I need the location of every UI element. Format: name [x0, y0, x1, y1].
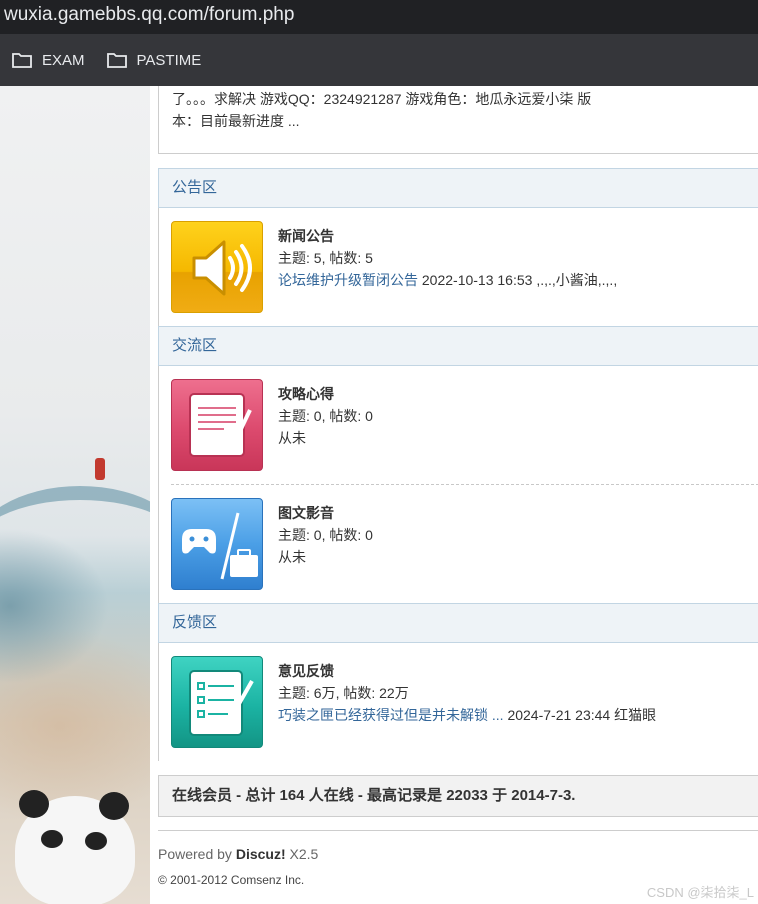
forum-row-news: 新闻公告 主题: 5, 帖数: 5 论坛维护升级暂闭公告 2022-10-13 … [171, 221, 758, 315]
discuz-link[interactable]: Discuz! [236, 846, 286, 862]
category-header-announcements[interactable]: 公告区 [158, 168, 758, 208]
forum-stats: 主题: 5, 帖数: 5 [278, 250, 373, 266]
last-post-meta: 2022-10-13 16:53 ,.,.,小酱油,.,., [418, 272, 618, 288]
footer-divider [158, 830, 758, 831]
red-seal-decoration [95, 458, 105, 480]
copyright: © 2001-2012 Comsenz Inc. [158, 873, 305, 887]
forum-name-link[interactable]: 新闻公告 [278, 225, 617, 247]
excerpt-line: 了。。。求解决 游戏QQ：2324921287 游戏角色：地瓜永远爱小柒 版 [172, 91, 592, 107]
thread-excerpt: 了。。。求解决 游戏QQ：2324921287 游戏角色：地瓜永远爱小柒 版 本… [158, 86, 758, 154]
bookmark-label: PASTIME [136, 51, 202, 69]
bookmark-folder-exam[interactable]: EXAM [12, 52, 85, 69]
last-post-meta: 2024-7-21 23:44 红猫眼 [503, 707, 657, 723]
forum-name-link[interactable]: 攻略心得 [278, 383, 373, 405]
last-post: 从未 [278, 430, 306, 446]
category-body: 新闻公告 主题: 5, 帖数: 5 论坛维护升级暂闭公告 2022-10-13 … [158, 208, 758, 326]
last-post: 从未 [278, 549, 306, 565]
folder-icon [106, 53, 127, 68]
forum-divider [171, 484, 758, 485]
notebook-icon[interactable] [171, 379, 263, 471]
url-text: wuxia.gamebbs.qq.com/forum.php [4, 4, 295, 25]
bookmark-folder-pastime[interactable]: PASTIME [106, 51, 202, 69]
wave-decoration [0, 486, 150, 620]
category-title: 公告区 [172, 179, 218, 196]
forum-info: 攻略心得 主题: 0, 帖数: 0 从未 [278, 383, 373, 449]
panda-illustration [15, 790, 135, 904]
category-body: 攻略心得 主题: 0, 帖数: 0 从未 图文影音 主题: 0, 帖数: 0 从… [158, 366, 758, 603]
category-title: 交流区 [172, 337, 218, 354]
powered-by: Powered by Discuz! X2.5 [158, 846, 318, 862]
forum-row-guides: 攻略心得 主题: 0, 帖数: 0 从未 [171, 379, 758, 473]
forum-stats: 主题: 6万, 帖数: 22万 [278, 685, 409, 701]
csdn-watermark: CSDN @柒拾柒_L [646, 885, 754, 900]
forum-info: 图文影音 主题: 0, 帖数: 0 从未 [278, 502, 373, 568]
forum-row-media: 图文影音 主题: 0, 帖数: 0 从未 [171, 498, 758, 592]
last-post-link[interactable]: 论坛维护升级暂闭公告 [278, 272, 418, 288]
media-icon[interactable] [171, 498, 263, 590]
forum-name-link[interactable]: 意见反馈 [278, 660, 656, 682]
powered-prefix: Powered by [158, 846, 236, 862]
forum-info: 新闻公告 主题: 5, 帖数: 5 论坛维护升级暂闭公告 2022-10-13 … [278, 225, 617, 291]
bookmarks-bar: EXAM PASTIME [0, 34, 758, 86]
online-members-bar[interactable]: 在线会员 - 总计 164 人在线 - 最高记录是 22033 于 2014-7… [158, 775, 758, 817]
last-post: 巧装之匣已经获得过但是并未解锁 ... 2024-7-21 23:44 红猫眼 [278, 704, 656, 726]
folder-icon [12, 53, 32, 68]
speaker-icon[interactable] [171, 221, 263, 313]
forum-name-link[interactable]: 图文影音 [278, 502, 373, 524]
forum-stats: 主题: 0, 帖数: 0 [278, 527, 373, 543]
category-header-feedback[interactable]: 反馈区 [158, 603, 758, 643]
forum-content: 了。。。求解决 游戏QQ：2324921287 游戏角色：地瓜永远爱小柒 版 本… [150, 86, 758, 904]
last-post-link[interactable]: 巧装之匣已经获得过但是并未解锁 ... [278, 707, 504, 723]
feedback-form-icon[interactable] [171, 656, 263, 748]
online-members-text: 在线会员 - 总计 164 人在线 - 最高记录是 22033 于 2014-7… [172, 787, 576, 804]
category-body: 意见反馈 主题: 6万, 帖数: 22万 巧装之匣已经获得过但是并未解锁 ...… [158, 643, 758, 761]
discuz-version: X2.5 [285, 846, 319, 862]
last-post: 论坛维护升级暂闭公告 2022-10-13 16:53 ,.,.,小酱油,.,.… [278, 269, 617, 291]
address-bar[interactable]: wuxia.gamebbs.qq.com/forum.php [0, 0, 758, 34]
background-artwork [0, 86, 150, 904]
bookmark-label: EXAM [42, 51, 85, 69]
excerpt-line: 本：目前最新进度 ... [172, 113, 300, 129]
category-title: 反馈区 [172, 614, 218, 631]
forum-row-feedback: 意见反馈 主题: 6万, 帖数: 22万 巧装之匣已经获得过但是并未解锁 ...… [171, 656, 758, 750]
forum-stats: 主题: 0, 帖数: 0 [278, 408, 373, 424]
category-header-discussion[interactable]: 交流区 [158, 326, 758, 366]
forum-info: 意见反馈 主题: 6万, 帖数: 22万 巧装之匣已经获得过但是并未解锁 ...… [278, 660, 656, 726]
